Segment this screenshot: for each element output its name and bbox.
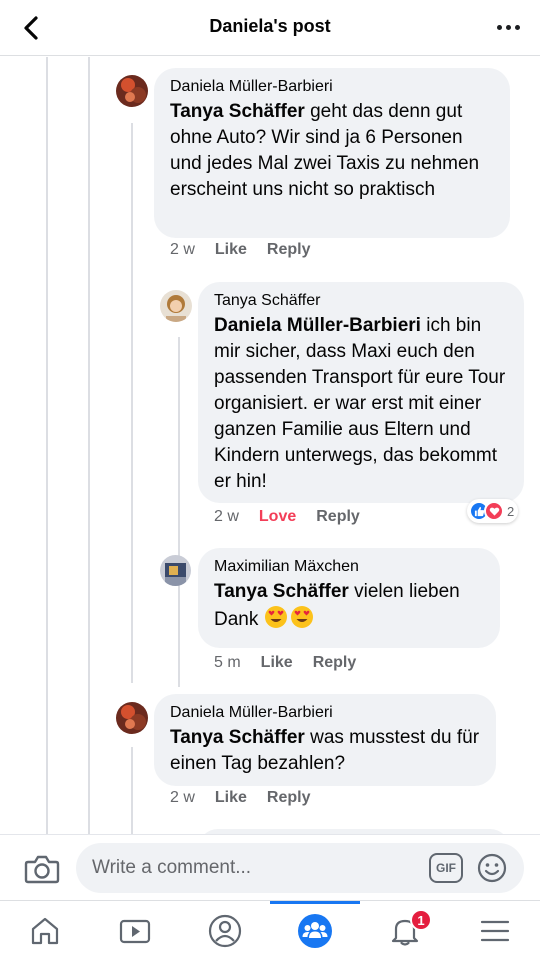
like-button[interactable]: Like — [215, 789, 247, 807]
comment-timestamp: 2 w — [170, 241, 195, 258]
comment-text: Tanya Schäffer was musstest du für einen… — [170, 727, 480, 774]
avatar[interactable] — [116, 75, 148, 107]
mention-link[interactable]: Tanya Schäffer — [170, 727, 305, 748]
mention-link[interactable]: Daniela Müller-Barbieri — [214, 315, 421, 336]
avatar[interactable] — [160, 290, 192, 322]
smiley-icon — [477, 853, 507, 883]
comment-timestamp: 2 w — [170, 789, 195, 806]
groups-icon — [298, 914, 332, 948]
heart-eyes-emoji — [290, 606, 313, 628]
love-reaction-icon — [484, 501, 504, 521]
thread-line — [178, 337, 180, 687]
heart-eyes-emoji — [264, 606, 287, 628]
comment-thread[interactable]: Daniela Müller-Barbieri Tanya Schäffer g… — [0, 57, 540, 834]
gif-button[interactable]: GIF — [429, 853, 463, 883]
notification-badge: 1 — [410, 909, 432, 931]
more-options-button[interactable] — [492, 12, 524, 42]
more-horizontal-icon — [496, 24, 502, 30]
thread-line — [88, 57, 90, 834]
comment-actions: 2 w Love Reply — [214, 508, 360, 526]
page-title: Daniela's post — [209, 16, 331, 36]
comment-bubble[interactable]: Tanya Schäffer Daniela Müller-Barbieri i… — [198, 282, 524, 503]
reply-button[interactable]: Reply — [267, 241, 311, 259]
comment-author[interactable]: Maximilian Mäxchen — [214, 558, 486, 576]
reply-button[interactable]: Reply — [267, 789, 311, 807]
reaction-summary[interactable]: 2 — [467, 499, 519, 523]
comment-text: Daniela Müller-Barbieri ich bin mir sich… — [214, 315, 506, 492]
watch-icon — [119, 919, 151, 944]
tab-menu[interactable] — [450, 901, 540, 960]
mention-link[interactable]: Tanya Schäffer — [214, 581, 349, 602]
reply-button[interactable]: Reply — [316, 508, 360, 526]
comment-timestamp: 2 w — [214, 508, 239, 525]
like-button[interactable]: Like — [261, 654, 293, 672]
comment-actions: 2 w Like Reply — [170, 789, 311, 807]
tab-groups[interactable] — [270, 901, 360, 960]
comment-timestamp: 5 m — [214, 654, 241, 671]
tab-notifications[interactable]: 1 — [360, 901, 450, 960]
emoji-button[interactable] — [476, 852, 508, 884]
thread-line — [131, 747, 133, 834]
tab-home[interactable] — [0, 901, 90, 960]
comment-input-container[interactable]: GIF — [76, 843, 524, 893]
comment-text: Tanya Schäffer geht das denn gut ohne Au… — [170, 101, 480, 200]
thread-line — [46, 57, 48, 834]
avatar[interactable] — [160, 555, 191, 586]
comment-bubble[interactable]: Maximilian Mäxchen Tanya Schäffer vielen… — [198, 548, 500, 648]
camera-button[interactable] — [24, 853, 60, 885]
mention-link[interactable]: Tanya Schäffer — [170, 101, 305, 122]
tab-profile[interactable] — [180, 901, 270, 960]
reaction-count: 2 — [507, 503, 515, 519]
profile-icon — [208, 914, 242, 948]
love-button[interactable]: Love — [259, 508, 296, 526]
menu-icon — [480, 920, 510, 942]
like-button[interactable]: Like — [215, 241, 247, 259]
thread-line — [131, 123, 133, 683]
tab-watch[interactable] — [90, 901, 180, 960]
comment-text: Tanya Schäffer vielen lieben Dank — [214, 581, 460, 630]
comment-input[interactable] — [92, 843, 422, 893]
camera-icon — [24, 855, 60, 884]
comment-actions: 2 w Like Reply — [170, 241, 311, 259]
bottom-tab-bar: 1 — [0, 900, 540, 960]
comment-bubble[interactable]: Daniela Müller-Barbieri Tanya Schäffer w… — [154, 694, 496, 786]
reply-button[interactable]: Reply — [313, 654, 357, 672]
comment-bubble[interactable]: Daniela Müller-Barbieri Tanya Schäffer g… — [154, 68, 510, 238]
home-icon — [31, 917, 59, 945]
avatar[interactable] — [116, 702, 148, 734]
comment-actions: 5 m Like Reply — [214, 654, 356, 672]
top-bar: Daniela's post — [0, 0, 540, 56]
comment-composer: GIF — [0, 834, 540, 900]
comment-author[interactable]: Daniela Müller-Barbieri — [170, 78, 496, 96]
comment-author[interactable]: Tanya Schäffer — [214, 292, 510, 310]
comment-author[interactable]: Daniela Müller-Barbieri — [170, 704, 482, 722]
